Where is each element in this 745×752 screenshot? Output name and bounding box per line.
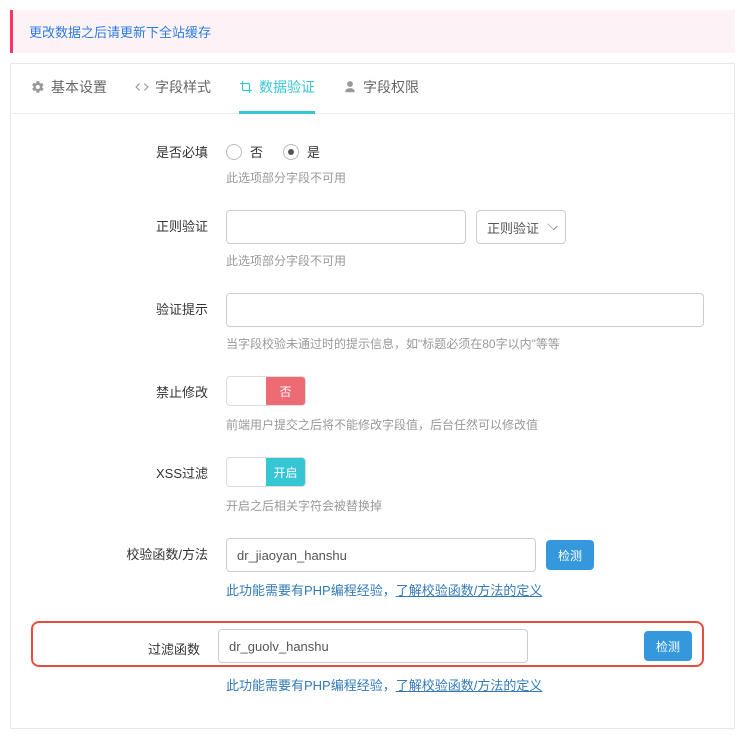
help-forbid: 前端用户提交之后将不能修改字段值，后台任然可以修改值 (226, 416, 704, 433)
row-forbid: 禁止修改 否 前端用户提交之后将不能修改字段值，后台任然可以修改值 (41, 374, 704, 447)
forbid-switch[interactable]: 否 (226, 376, 306, 406)
switch-off-label: 否 (266, 377, 305, 405)
label-checkfn: 校验函数/方法 (41, 536, 226, 563)
radio-circle-icon (226, 144, 242, 160)
help-tip: 当字段校验未通过时的提示信息，如"标题必须在80字以内"等等 (226, 335, 704, 352)
user-icon (343, 80, 357, 94)
help-checkfn-text: 此功能需要有PHP编程经验， (226, 583, 396, 598)
switch-knob (227, 458, 266, 486)
radio-yes-label: 是 (307, 142, 320, 161)
row-filterfn-wrapper: 过滤函数 检测 此功能需要有PHP编程经验，了解校验函数/方法的定义 (41, 621, 704, 694)
label-forbid: 禁止修改 (41, 374, 226, 401)
row-regex: 正则验证 正则验证 此选项部分字段不可用 (41, 208, 704, 283)
row-checkfn: 校验函数/方法 检测 此功能需要有PHP编程经验，了解校验函数/方法的定义 (41, 536, 704, 613)
help-xss: 开启之后相关字符会被替换掉 (226, 497, 704, 514)
panel: 基本设置 字段样式 数据验证 字段权限 是否必填 (10, 63, 735, 729)
tab-permission[interactable]: 字段权限 (343, 64, 419, 114)
tip-input[interactable] (226, 293, 704, 327)
form: 是否必填 否 是 此选项部分字段不可用 正则验证 (11, 114, 734, 728)
label-xss: XSS过滤 (41, 455, 226, 482)
help-filterfn-text: 此功能需要有PHP编程经验， (226, 678, 396, 693)
required-radio-group: 否 是 (226, 136, 704, 161)
radio-no-label: 否 (250, 142, 263, 161)
filterfn-input[interactable] (218, 629, 528, 663)
checkfn-input[interactable] (226, 538, 536, 572)
crop-icon (239, 80, 253, 94)
alert-text: 更改数据之后请更新下全站缓存 (29, 25, 211, 40)
help-filterfn: 此功能需要有PHP编程经验，了解校验函数/方法的定义 (226, 675, 704, 694)
tab-basic[interactable]: 基本设置 (31, 64, 107, 114)
checkfn-detect-button[interactable]: 检测 (546, 540, 594, 570)
radio-no[interactable]: 否 (226, 142, 263, 161)
filterfn-highlight: 过滤函数 检测 (31, 621, 704, 667)
tab-validate[interactable]: 数据验证 (239, 64, 315, 114)
switch-knob (227, 377, 266, 405)
help-regex: 此选项部分字段不可用 (226, 252, 704, 269)
tabs: 基本设置 字段样式 数据验证 字段权限 (11, 64, 734, 114)
label-regex: 正则验证 (41, 208, 226, 235)
gear-icon (31, 80, 45, 94)
checkfn-doc-link[interactable]: 了解校验函数/方法的定义 (396, 583, 543, 598)
help-required: 此选项部分字段不可用 (226, 169, 704, 186)
tab-style[interactable]: 字段样式 (135, 64, 211, 114)
regex-select[interactable]: 正则验证 (476, 210, 566, 244)
regex-input[interactable] (226, 210, 466, 244)
tab-style-label: 字段样式 (155, 77, 211, 97)
row-xss: XSS过滤 开启 开启之后相关字符会被替换掉 (41, 455, 704, 528)
tab-validate-label: 数据验证 (259, 77, 315, 97)
label-filterfn: 过滤函数 (43, 635, 218, 658)
cache-alert: 更改数据之后请更新下全站缓存 (10, 10, 735, 53)
xss-switch[interactable]: 开启 (226, 457, 306, 487)
row-tip: 验证提示 当字段校验未通过时的提示信息，如"标题必须在80字以内"等等 (41, 291, 704, 366)
tab-permission-label: 字段权限 (363, 77, 419, 97)
row-required: 是否必填 否 是 此选项部分字段不可用 (41, 134, 704, 200)
switch-on-label: 开启 (266, 458, 305, 486)
filterfn-doc-link[interactable]: 了解校验函数/方法的定义 (396, 678, 543, 693)
radio-yes[interactable]: 是 (283, 142, 320, 161)
code-icon (135, 80, 149, 94)
label-tip: 验证提示 (41, 291, 226, 318)
filterfn-detect-button[interactable]: 检测 (644, 631, 692, 661)
tab-basic-label: 基本设置 (51, 77, 107, 97)
regex-select-label: 正则验证 (487, 218, 539, 237)
radio-circle-icon (283, 144, 299, 160)
label-required: 是否必填 (41, 134, 226, 161)
help-checkfn: 此功能需要有PHP编程经验，了解校验函数/方法的定义 (226, 580, 704, 599)
